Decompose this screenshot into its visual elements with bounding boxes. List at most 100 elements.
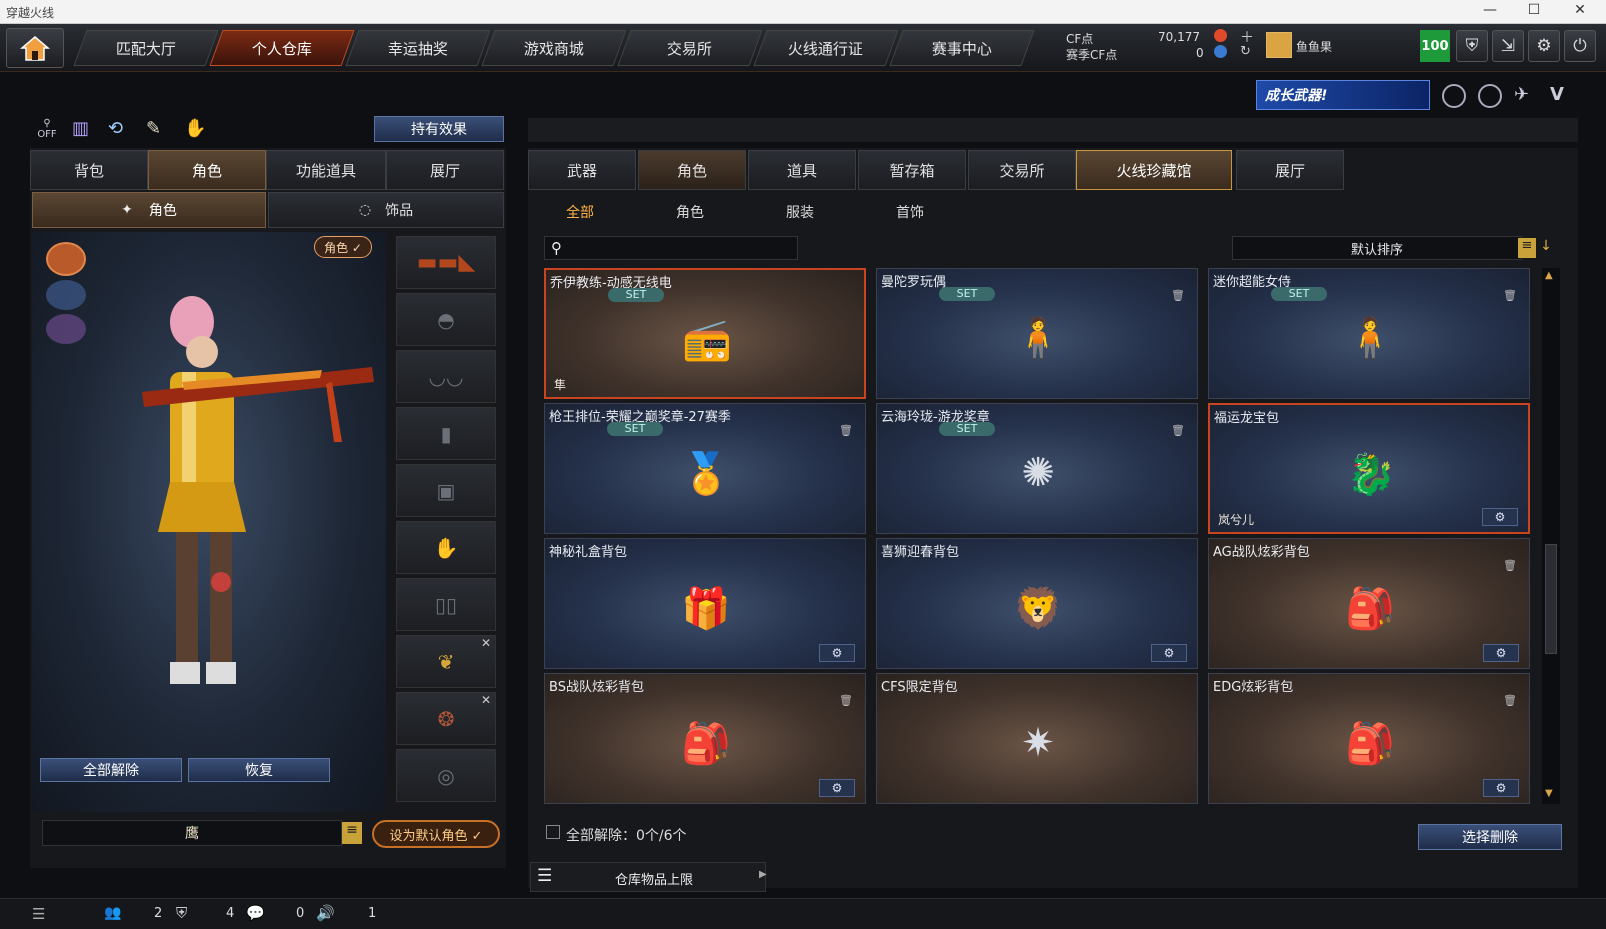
gear-icon[interactable]: ⚙ — [1528, 30, 1560, 62]
search-input[interactable] — [573, 239, 793, 257]
tab-showroom[interactable]: 展厅 — [386, 150, 504, 190]
tab-character[interactable]: 角色 — [148, 150, 266, 190]
remove-icon[interactable]: ✕ — [481, 636, 491, 650]
v-emblem-icon[interactable]: V — [1550, 84, 1574, 108]
slot-accessory-2[interactable]: ❂ ✕ — [396, 692, 496, 745]
unequip-all-checkbox[interactable] — [546, 825, 560, 839]
sort-dropdown[interactable]: 默认排序 — [1232, 236, 1522, 260]
restore-button[interactable]: 恢复 — [188, 758, 330, 782]
tab-temp-box[interactable]: 暂存箱 — [858, 150, 966, 190]
scroll-up-icon[interactable]: ▲ — [1545, 270, 1553, 281]
trash-icon[interactable]: 🗑 — [1503, 289, 1517, 303]
trash-icon[interactable]: 🗑 — [1171, 289, 1185, 303]
item-card[interactable]: 曼陀罗玩偶 SET 🧍 🗑 — [876, 268, 1198, 399]
unequip-all-button[interactable]: 全部解除 — [40, 758, 182, 782]
rocket-icon[interactable]: ✈ — [1514, 84, 1538, 108]
menu-icon[interactable]: ≡ — [342, 822, 362, 844]
sort-direction-icon[interactable]: ↓ — [1538, 238, 1554, 258]
exit-room-icon[interactable]: ⇲ — [1492, 30, 1524, 62]
filter-clothing[interactable]: 服装 — [786, 202, 814, 222]
item-settings-gear-icon[interactable]: ⚙ — [819, 779, 855, 797]
slot-primary-weapon[interactable]: ▬▬◣ — [396, 236, 496, 289]
remove-icon[interactable]: ✕ — [481, 693, 491, 707]
tab-functional-items[interactable]: 功能道具 — [266, 150, 386, 190]
scrollbar-track[interactable]: ▲ ▼ — [1542, 268, 1560, 804]
hand-icon[interactable]: ✋ — [184, 118, 206, 139]
nav-lucky-draw[interactable]: 幸运抽奖 — [345, 30, 491, 66]
nav-exchange[interactable]: 交易所 — [617, 30, 763, 66]
slot-vest[interactable]: ▮ — [396, 407, 496, 460]
slot-pants[interactable]: ▯▯ — [396, 578, 496, 631]
history-icon[interactable]: ⟲ — [108, 118, 123, 139]
trash-icon[interactable]: 🗑 — [1503, 559, 1517, 573]
tab-collection-hall[interactable]: 火线珍藏馆 — [1076, 150, 1232, 190]
item-settings-gear-icon[interactable]: ⚙ — [1483, 644, 1519, 662]
tab-items[interactable]: 道具 — [748, 150, 856, 190]
trash-icon[interactable]: 🗑 — [1503, 694, 1517, 708]
storage-limit-bar[interactable]: ☰ 仓库物品上限 ▶ — [530, 862, 767, 892]
scrollbar-thumb[interactable] — [1545, 544, 1557, 654]
tab-exchange[interactable]: 交易所 — [968, 150, 1076, 190]
set-default-character-button[interactable]: 设为默认角色 ✓ — [372, 820, 500, 848]
eagle-camp-icon[interactable] — [46, 242, 86, 276]
nav-battle-pass[interactable]: 火线通行证 — [753, 30, 899, 66]
minimize-button[interactable]: — — [1476, 2, 1504, 22]
subtab-accessories[interactable]: ◌ 饰品 — [268, 192, 504, 228]
item-card[interactable]: 枪王排位-荣耀之巅奖章-27赛季 SET 🏅 🗑 — [544, 403, 866, 534]
item-card[interactable]: EDG炫彩背包 🎒 🗑 ⚙ — [1208, 673, 1530, 804]
camp-icon-3[interactable] — [46, 314, 86, 344]
chat-icon[interactable]: 💬 — [246, 904, 265, 922]
camp-icon-2[interactable] — [46, 280, 86, 310]
stats-icon[interactable]: ▥ — [72, 118, 89, 139]
friends-icon[interactable]: 👥 — [104, 905, 121, 921]
filter-all[interactable]: 全部 — [566, 202, 594, 222]
item-card[interactable]: 神秘礼盒背包 🎁 ⚙ — [544, 538, 866, 669]
slot-accessory-1[interactable]: ❦ ✕ — [396, 635, 496, 688]
nav-event-center[interactable]: 赛事中心 — [889, 30, 1035, 66]
tab-backpack[interactable]: 背包 — [30, 150, 148, 190]
filter-role[interactable]: 角色 — [676, 202, 704, 222]
character-name[interactable]: 鹰 — [42, 820, 342, 846]
level-badge[interactable]: 100 — [1420, 30, 1450, 62]
clan-shield-icon[interactable]: ⛨ — [176, 904, 187, 922]
slot-backpack[interactable]: ▣ — [396, 464, 496, 517]
trash-icon[interactable]: 🗑 — [1171, 424, 1185, 438]
item-card[interactable]: BS战队炫彩背包 🎒 🗑 ⚙ — [544, 673, 866, 804]
nav-game-store[interactable]: 游戏商城 — [481, 30, 627, 66]
trash-icon[interactable]: 🗑 — [839, 694, 853, 708]
refresh-icon[interactable]: ↻ — [1240, 44, 1251, 59]
power-icon[interactable]: ⏻ — [1564, 30, 1596, 62]
globe-icon[interactable] — [1478, 84, 1502, 108]
badge-shield-icon[interactable] — [1442, 84, 1466, 108]
search-box[interactable]: ⚲ — [544, 236, 798, 260]
tab-showroom-right[interactable]: 展厅 — [1236, 150, 1344, 190]
maximize-button[interactable]: ☐ — [1520, 2, 1548, 22]
nav-personal-storage[interactable]: 个人仓库 — [209, 30, 355, 66]
item-settings-gear-icon[interactable]: ⚙ — [1482, 508, 1518, 526]
item-card[interactable]: 福运龙宝包 🐉 ⚙ 岚兮儿 — [1208, 403, 1530, 534]
item-card[interactable]: 云海玲珑-游龙奖章 SET ✺ 🗑 — [876, 403, 1198, 534]
slot-gloves[interactable]: ✋ — [396, 521, 496, 574]
growth-weapon-banner[interactable]: 成长武器! — [1256, 80, 1430, 110]
tab-weapons[interactable]: 武器 — [528, 150, 636, 190]
slot-eyewear[interactable]: ◡◡ — [396, 350, 496, 403]
trash-icon[interactable]: 🗑 — [839, 424, 853, 438]
home-button[interactable] — [6, 28, 64, 68]
username[interactable]: 鱼鱼果 — [1296, 38, 1332, 55]
nav-match-hall[interactable]: 匹配大厅 — [73, 30, 219, 66]
slot-accessory-3[interactable]: ◎ — [396, 749, 496, 802]
close-button[interactable]: ✕ — [1566, 2, 1594, 22]
toggle-off-icon[interactable]: ⚲ OFF — [32, 118, 62, 144]
item-settings-gear-icon[interactable]: ⚙ — [819, 644, 855, 662]
item-card[interactable]: 乔伊教练-动感无线电 SET 📻 隼 — [544, 268, 866, 399]
select-delete-button[interactable]: 选择删除 — [1418, 824, 1562, 850]
hold-effect-button[interactable]: 持有效果 — [374, 116, 504, 142]
subtab-character[interactable]: ✦ 角色 — [32, 192, 266, 228]
item-card[interactable]: CFS限定背包 ✷ — [876, 673, 1198, 804]
shield-icon[interactable]: ⛨ — [1456, 30, 1488, 62]
slot-head[interactable]: ◓ — [396, 293, 496, 346]
item-card[interactable]: AG战队炫彩背包 🎒 🗑 ⚙ — [1208, 538, 1530, 669]
filter-jewelry[interactable]: 首饰 — [896, 202, 924, 222]
character-preview[interactable]: 角色 ✓ 全部解除 恢复 — [32, 232, 386, 812]
scroll-down-icon[interactable]: ▼ — [1545, 788, 1553, 799]
